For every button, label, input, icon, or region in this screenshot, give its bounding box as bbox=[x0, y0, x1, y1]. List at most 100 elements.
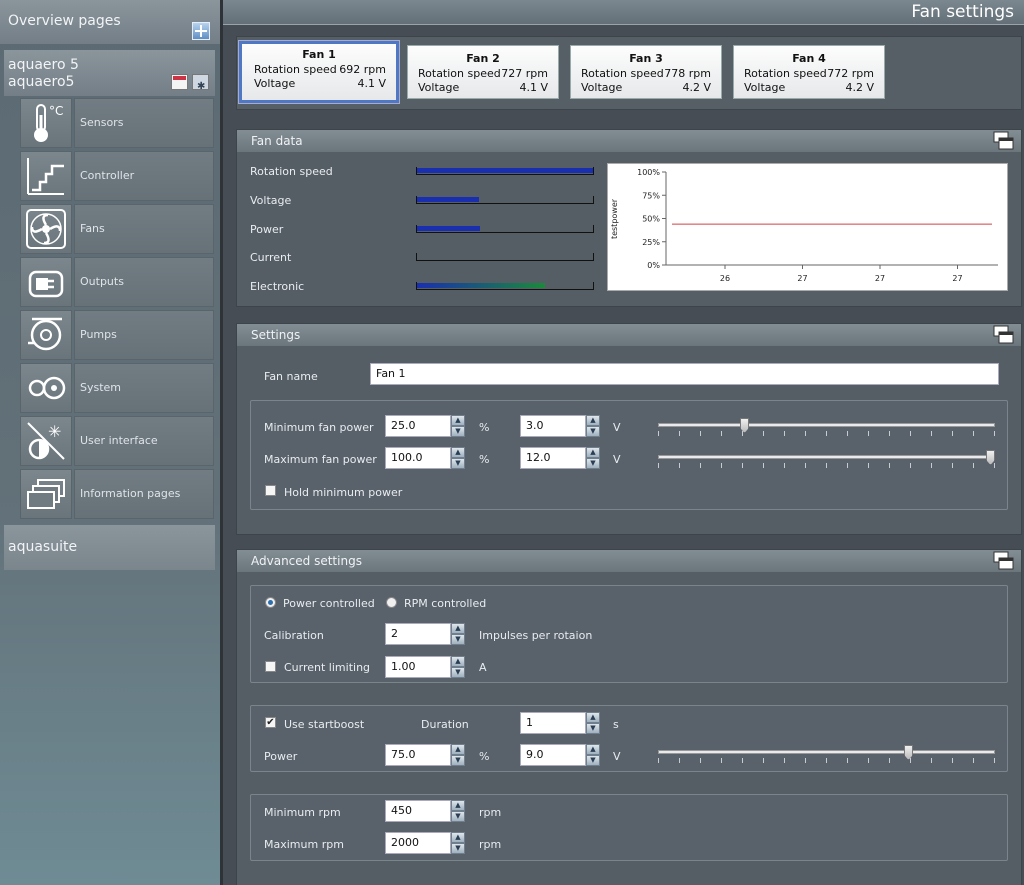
sidebar-item-label: Controller bbox=[74, 151, 214, 201]
min-rpm-input[interactable]: 450 bbox=[385, 800, 451, 822]
current-limiting-stepper[interactable]: ▲ ▼ bbox=[451, 656, 465, 678]
bar-fill bbox=[417, 197, 479, 202]
sidebar-item-pumps[interactable]: Pumps bbox=[20, 310, 214, 360]
fan-tile-3[interactable]: Fan 3 Rotation speed 778 rpm Voltage 4.2 V bbox=[570, 45, 722, 99]
current-limiting-checkbox[interactable] bbox=[265, 661, 276, 672]
duration-label: Duration bbox=[421, 718, 469, 731]
max-power-input[interactable]: 100.0 bbox=[385, 447, 451, 469]
boost-power-stepper[interactable]: ▲ ▼ bbox=[451, 744, 465, 766]
seconds-unit: s bbox=[613, 718, 619, 731]
device-settings-icon[interactable]: ✱ bbox=[192, 74, 209, 92]
min-voltage-input[interactable]: 3.0 bbox=[520, 415, 586, 437]
add-page-icon[interactable] bbox=[192, 22, 210, 40]
max-power-stepper[interactable]: ▲ ▼ bbox=[451, 447, 465, 469]
page-title: Fan settings bbox=[911, 2, 1014, 22]
max-voltage-stepper[interactable]: ▲ ▼ bbox=[586, 447, 600, 469]
min-voltage-stepper[interactable]: ▲ ▼ bbox=[586, 415, 600, 437]
fan-tile-4[interactable]: Fan 4 Rotation speed 772 rpm Voltage 4.2 V bbox=[733, 45, 885, 99]
boost-voltage-input[interactable]: 9.0 bbox=[520, 744, 586, 766]
sidebar-item-label: Outputs bbox=[74, 257, 214, 307]
power-controlled-label: Power controlled bbox=[283, 597, 375, 610]
sidebar-item-system[interactable]: System bbox=[20, 363, 214, 413]
sidebar-item-controller[interactable]: Controller bbox=[20, 151, 214, 201]
fan-icon bbox=[20, 204, 72, 254]
calibration-stepper[interactable]: ▲ ▼ bbox=[451, 623, 465, 645]
percent-unit: % bbox=[479, 453, 490, 466]
fan-name-label: Fan name bbox=[264, 370, 318, 383]
chart-plot: 100% 75% 50% 25% 0% 26 27 27 27 testpower bbox=[610, 168, 998, 283]
duration-input[interactable]: 1 bbox=[520, 712, 586, 734]
overview-pages-header[interactable]: Overview pages bbox=[0, 0, 220, 44]
min-power-slider[interactable] bbox=[658, 418, 995, 438]
user-interface-icon: ✳ bbox=[20, 416, 72, 466]
min-rpm-stepper[interactable]: ▲ ▼ bbox=[451, 800, 465, 822]
fan-voltage-label: Voltage bbox=[744, 81, 786, 94]
power-controlled-radio[interactable] bbox=[265, 597, 276, 608]
calibration-label: Calibration bbox=[264, 629, 324, 642]
rpm-unit: rpm bbox=[479, 806, 502, 819]
current-limiting-input[interactable]: 1.00 bbox=[385, 656, 451, 678]
svg-text:°C: °C bbox=[49, 104, 63, 118]
fan-tile-2[interactable]: Fan 2 Rotation speed 727 rpm Voltage 4.1 V bbox=[407, 45, 559, 99]
panel-windows-icon[interactable] bbox=[993, 551, 1015, 571]
fan-speed-value: 692 rpm bbox=[339, 63, 386, 76]
power-label: Power bbox=[250, 223, 284, 236]
sidebar-item-label: User interface bbox=[74, 416, 214, 466]
chart-y-tick-label: 25% bbox=[642, 238, 660, 247]
sidebar-item-user-interface[interactable]: ✳ User interface bbox=[20, 416, 214, 466]
fan-tile-name: Fan 3 bbox=[629, 52, 663, 65]
current-limiting-label: Current limiting bbox=[284, 661, 371, 674]
pages-icon bbox=[20, 469, 72, 519]
boost-power-input[interactable]: 75.0 bbox=[385, 744, 451, 766]
max-rpm-label: Maximum rpm bbox=[264, 838, 344, 851]
rpm-unit: rpm bbox=[479, 838, 502, 851]
chart-y-axis-label: testpower bbox=[610, 198, 619, 239]
boost-power-slider[interactable] bbox=[658, 745, 995, 765]
volt-unit: V bbox=[613, 421, 621, 434]
sidebar-item-outputs[interactable]: Outputs bbox=[20, 257, 214, 307]
title-bar: Fan settings bbox=[223, 0, 1024, 25]
min-power-stepper[interactable]: ▲ ▼ bbox=[451, 415, 465, 437]
boost-voltage-stepper[interactable]: ▲ ▼ bbox=[586, 744, 600, 766]
hold-min-power-checkbox[interactable] bbox=[265, 485, 276, 496]
max-rpm-input[interactable]: 2000 bbox=[385, 832, 451, 854]
max-voltage-input[interactable]: 12.0 bbox=[520, 447, 586, 469]
calibration-input[interactable]: 2 bbox=[385, 623, 451, 645]
sidebar-item-sensors[interactable]: °C Sensors bbox=[20, 98, 214, 148]
sidebar-item-information-pages[interactable]: Information pages bbox=[20, 469, 214, 519]
device-header[interactable]: aquaero 5 aquaero5 ✱ bbox=[4, 50, 215, 96]
controller-icon bbox=[20, 151, 72, 201]
fan-tile-1[interactable]: Fan 1 Rotation speed 692 rpm Voltage 4.1 V bbox=[239, 41, 399, 103]
overview-pages-label: Overview pages bbox=[8, 13, 121, 29]
fan-name-input[interactable]: Fan 1 bbox=[370, 363, 999, 385]
use-startboost-checkbox[interactable]: ✔ bbox=[265, 717, 276, 728]
fan-voltage-value: 4.1 V bbox=[519, 81, 548, 94]
boost-power-label: Power bbox=[264, 750, 298, 763]
sidebar-item-fans[interactable]: Fans bbox=[20, 204, 214, 254]
panel-windows-icon[interactable] bbox=[993, 131, 1015, 151]
sidebar-item-label: System bbox=[74, 363, 214, 413]
duration-stepper[interactable]: ▲ ▼ bbox=[586, 712, 600, 734]
aquasuite-header[interactable]: aquasuite bbox=[4, 525, 215, 570]
fan-tile-name: Fan 2 bbox=[466, 52, 500, 65]
fan-voltage-value: 4.2 V bbox=[845, 81, 874, 94]
percent-unit: % bbox=[479, 750, 490, 763]
chart-x-tick-label: 27 bbox=[952, 274, 962, 283]
fan-power-chart: 100% 75% 50% 25% 0% 26 27 27 27 testpower bbox=[607, 163, 1008, 291]
max-power-slider[interactable] bbox=[658, 450, 995, 470]
device-window-icon[interactable] bbox=[171, 74, 188, 90]
min-rpm-label: Minimum rpm bbox=[264, 806, 341, 819]
fan-voltage-label: Voltage bbox=[581, 81, 623, 94]
fan-voltage-value: 4.1 V bbox=[357, 77, 386, 90]
calibration-unit: Impulses per rotaion bbox=[479, 629, 593, 642]
aquasuite-label: aquasuite bbox=[8, 539, 78, 555]
max-rpm-stepper[interactable]: ▲ ▼ bbox=[451, 832, 465, 854]
rpm-controlled-radio[interactable] bbox=[386, 597, 397, 608]
voltage-label: Voltage bbox=[250, 194, 292, 207]
panel-windows-icon[interactable] bbox=[993, 325, 1015, 345]
current-label: Current bbox=[250, 251, 292, 264]
min-power-input[interactable]: 25.0 bbox=[385, 415, 451, 437]
rpm-limits-group bbox=[250, 794, 1008, 861]
ampere-unit: A bbox=[479, 661, 487, 674]
current-bar bbox=[416, 253, 594, 261]
